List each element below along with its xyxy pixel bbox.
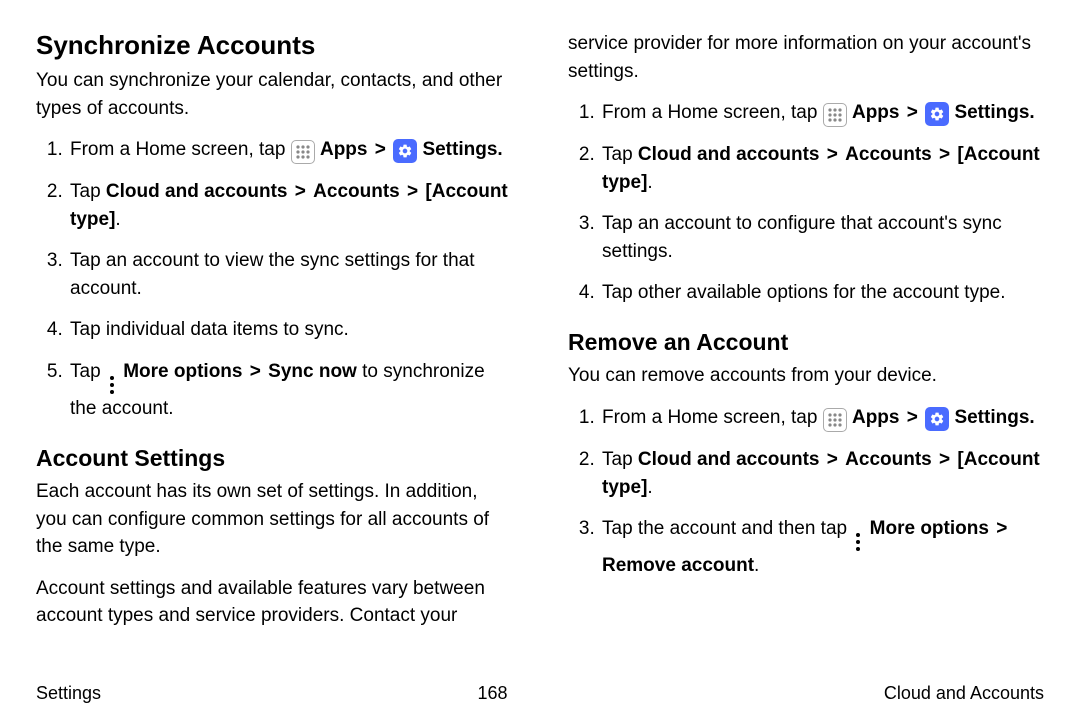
settings-label: Settings. bbox=[422, 139, 502, 160]
more-options-icon bbox=[853, 532, 863, 552]
acct-settings-steps: From a Home screen, tap Apps > Settings.… bbox=[568, 99, 1044, 307]
more-options-icon bbox=[107, 375, 117, 395]
apps-icon bbox=[823, 103, 847, 127]
sync-step-1: From a Home screen, tap Apps > Settings. bbox=[68, 136, 512, 164]
bold-text: Remove account bbox=[602, 555, 754, 576]
bold-text: More options bbox=[123, 361, 242, 382]
text: Tap the account and then tap bbox=[602, 518, 852, 539]
heading-remove-account: Remove an Account bbox=[568, 329, 1044, 357]
content-columns: Synchronize Accounts You can synchronize… bbox=[36, 30, 1044, 660]
settings-icon bbox=[925, 102, 949, 126]
chevron-icon: > bbox=[827, 144, 838, 165]
remove-steps: From a Home screen, tap Apps > Settings.… bbox=[568, 404, 1044, 580]
settings-icon bbox=[393, 139, 417, 163]
footer-left: Settings bbox=[36, 683, 101, 704]
remove-step-2: Tap Cloud and accounts > Accounts > [Acc… bbox=[600, 446, 1044, 501]
chevron-icon: > bbox=[375, 139, 386, 160]
bold-text: Sync now bbox=[268, 361, 357, 382]
remove-step-3: Tap the account and then tap More option… bbox=[600, 515, 1044, 580]
bold-text: Cloud and accounts bbox=[106, 181, 288, 202]
chevron-icon: > bbox=[827, 449, 838, 470]
as-step-3: Tap an account to configure that account… bbox=[600, 210, 1044, 265]
settings-label: Settings. bbox=[954, 102, 1034, 123]
apps-label: Apps bbox=[852, 102, 900, 123]
sync-step-2: Tap Cloud and accounts > Accounts > [Acc… bbox=[68, 178, 512, 233]
period: . bbox=[647, 477, 652, 498]
sync-step-4: Tap individual data items to sync. bbox=[68, 316, 512, 344]
acct-settings-intro: Each account has its own set of settings… bbox=[36, 478, 512, 561]
chevron-icon: > bbox=[407, 181, 418, 202]
settings-icon bbox=[925, 407, 949, 431]
sync-intro: You can synchronize your calendar, conta… bbox=[36, 67, 512, 122]
apps-icon bbox=[291, 140, 315, 164]
bold-text: More options bbox=[870, 518, 989, 539]
sync-step-5: Tap More options > Sync now to synchroni… bbox=[68, 358, 512, 423]
chevron-icon: > bbox=[907, 102, 918, 123]
text: From a Home screen, tap bbox=[602, 407, 823, 428]
chevron-icon: > bbox=[996, 518, 1007, 539]
bold-text: Accounts bbox=[313, 181, 400, 202]
text: From a Home screen, tap bbox=[602, 102, 823, 123]
chevron-icon: > bbox=[250, 361, 261, 382]
bold-text: Accounts bbox=[845, 449, 932, 470]
apps-label: Apps bbox=[852, 407, 900, 428]
bold-text: Accounts bbox=[845, 144, 932, 165]
as-step-2: Tap Cloud and accounts > Accounts > [Acc… bbox=[600, 141, 1044, 196]
apps-label: Apps bbox=[320, 139, 368, 160]
as-step-4: Tap other available options for the acco… bbox=[600, 279, 1044, 307]
sync-steps: From a Home screen, tap Apps > Settings.… bbox=[36, 136, 512, 422]
period: . bbox=[115, 209, 120, 230]
page-footer: Settings 168 Cloud and Accounts bbox=[36, 683, 1044, 704]
period: . bbox=[754, 555, 759, 576]
chevron-icon: > bbox=[939, 449, 950, 470]
heading-account-settings: Account Settings bbox=[36, 445, 512, 473]
chevron-icon: > bbox=[939, 144, 950, 165]
remove-intro: You can remove accounts from your device… bbox=[568, 362, 1044, 390]
bold-text: Cloud and accounts bbox=[638, 449, 820, 470]
chevron-icon: > bbox=[907, 407, 918, 428]
text: Tap bbox=[70, 361, 106, 382]
footer-page-number: 168 bbox=[477, 683, 507, 704]
as-step-1: From a Home screen, tap Apps > Settings. bbox=[600, 99, 1044, 127]
apps-icon bbox=[823, 408, 847, 432]
chevron-icon: > bbox=[295, 181, 306, 202]
text: Tap bbox=[602, 449, 638, 470]
footer-right: Cloud and Accounts bbox=[884, 683, 1044, 704]
heading-sync-accounts: Synchronize Accounts bbox=[36, 30, 512, 61]
manual-page: Synchronize Accounts You can synchronize… bbox=[0, 0, 1080, 720]
text: From a Home screen, tap bbox=[70, 139, 291, 160]
period: . bbox=[647, 172, 652, 193]
text: Tap bbox=[70, 181, 106, 202]
bold-text: Cloud and accounts bbox=[638, 144, 820, 165]
sync-step-3: Tap an account to view the sync settings… bbox=[68, 247, 512, 302]
text: Tap bbox=[602, 144, 638, 165]
settings-label: Settings. bbox=[954, 407, 1034, 428]
remove-step-1: From a Home screen, tap Apps > Settings. bbox=[600, 404, 1044, 432]
